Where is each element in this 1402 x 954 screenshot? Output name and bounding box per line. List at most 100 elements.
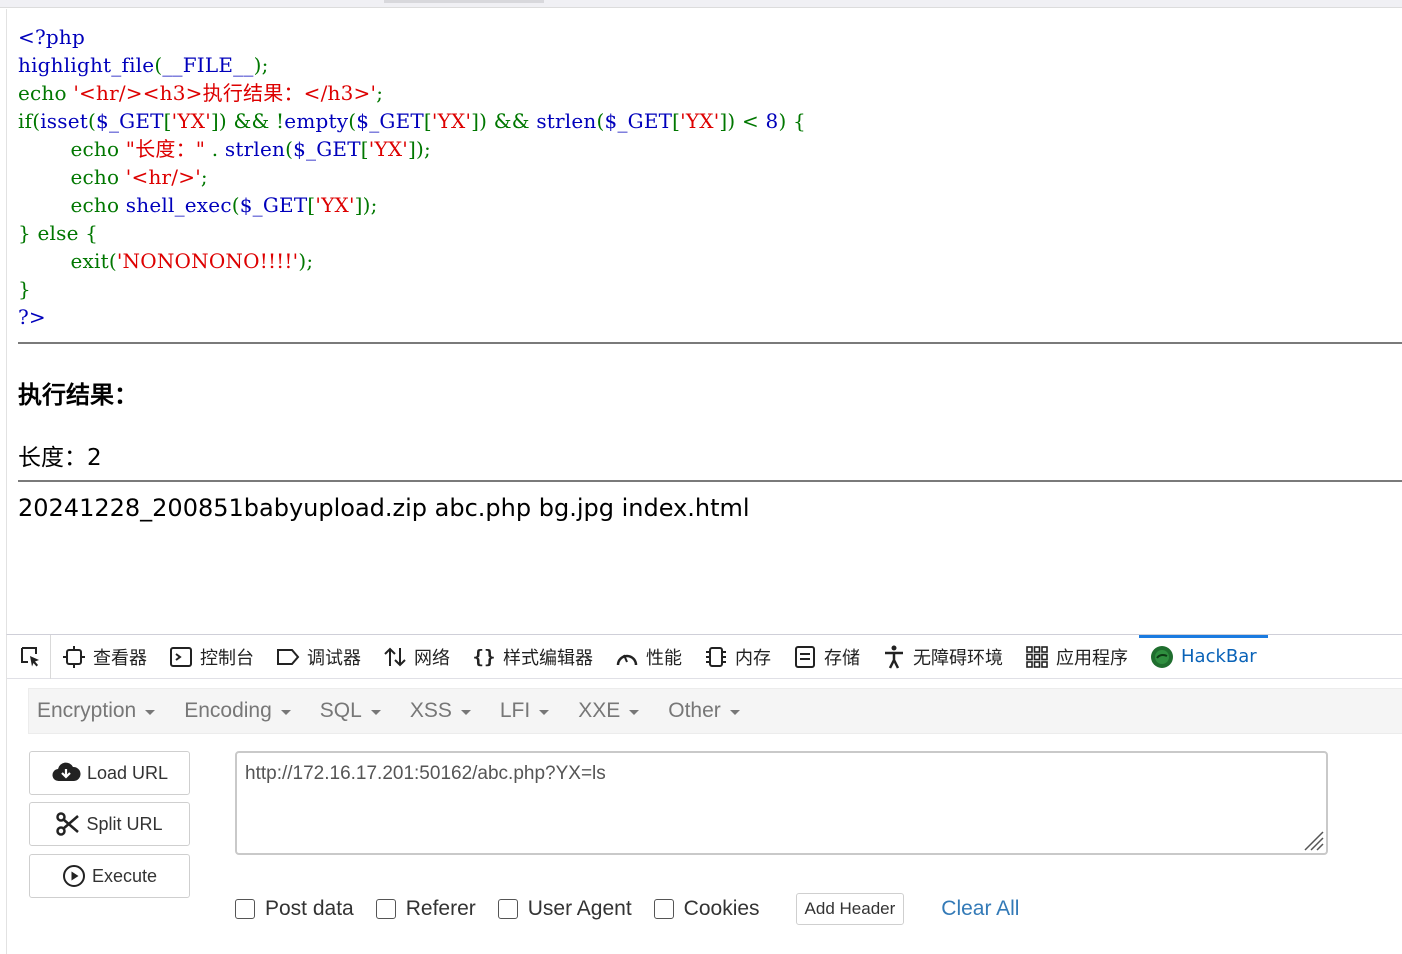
code-text: ; bbox=[200, 165, 208, 189]
page-viewport: <?php highlight_file (__FILE__); echo '<h… bbox=[6, 9, 1402, 634]
code-text: ?> bbox=[18, 305, 46, 329]
code-text: echo bbox=[18, 81, 74, 105]
load-url-button[interactable]: Load URL bbox=[29, 751, 190, 795]
network-icon bbox=[383, 645, 407, 669]
post-data-checkbox[interactable]: Post data bbox=[235, 897, 354, 921]
horizontal-rule bbox=[18, 480, 1402, 482]
memory-icon bbox=[704, 645, 728, 669]
url-textarea[interactable]: http://172.16.17.201:50162/abc.php?YX=ls bbox=[235, 751, 1328, 855]
tab-style-editor[interactable]: {} 样式编辑器 bbox=[461, 635, 604, 679]
caret-down-icon bbox=[629, 710, 640, 715]
code-text: [ bbox=[672, 109, 681, 133]
url-value: http://172.16.17.201:50162/abc.php?YX=ls bbox=[245, 763, 606, 784]
menu-xss[interactable]: XSS bbox=[410, 699, 471, 723]
execute-button[interactable]: Execute bbox=[29, 854, 190, 898]
menu-encoding[interactable]: Encoding bbox=[184, 699, 291, 723]
code-text: 'YX' bbox=[171, 109, 211, 133]
storage-icon bbox=[793, 645, 817, 669]
tab-inspector[interactable]: 查看器 bbox=[51, 635, 158, 679]
tab-performance[interactable]: 性能 bbox=[604, 635, 693, 679]
code-text: ( bbox=[231, 193, 240, 217]
code-text: echo bbox=[70, 137, 126, 161]
menu-other[interactable]: Other bbox=[668, 699, 740, 723]
caret-down-icon bbox=[145, 710, 156, 715]
checkbox-label: User Agent bbox=[527, 897, 632, 920]
code-text: '<hr/>' bbox=[125, 165, 201, 189]
checkbox-box[interactable] bbox=[235, 899, 255, 919]
hackbar-options: Post data Referer User Agent Cookies Add… bbox=[235, 893, 1019, 925]
code-text: 'YX' bbox=[368, 137, 408, 161]
code-text: ); bbox=[298, 249, 314, 273]
tab-label: 调试器 bbox=[307, 647, 361, 669]
checkbox-label: Post data bbox=[265, 897, 354, 920]
menu-lfi[interactable]: LFI bbox=[500, 699, 550, 723]
tab-application[interactable]: 应用程序 bbox=[1014, 635, 1139, 679]
code-text: $_GET bbox=[604, 109, 673, 133]
debugger-icon bbox=[276, 645, 300, 669]
tab-label: 无障碍环境 bbox=[913, 647, 1003, 669]
code-text: strlen bbox=[224, 137, 286, 161]
element-picker-button[interactable] bbox=[11, 634, 51, 679]
caret-down-icon bbox=[460, 710, 471, 715]
code-text: ]) < bbox=[719, 109, 766, 133]
code-text: 8 bbox=[765, 109, 779, 133]
tab-hackbar[interactable]: HackBar bbox=[1139, 634, 1268, 679]
tab-storage[interactable]: 存储 bbox=[782, 635, 871, 679]
code-text: $_GET bbox=[356, 109, 424, 133]
code-text: ]); bbox=[408, 137, 431, 161]
code-text: [ bbox=[360, 137, 369, 161]
tab-label: HackBar bbox=[1181, 646, 1257, 667]
checkbox-label: Referer bbox=[405, 897, 476, 920]
tab-console[interactable]: 控制台 bbox=[158, 635, 265, 679]
code-text: } bbox=[18, 277, 31, 301]
scissors-icon bbox=[56, 812, 80, 836]
tab-label: 网络 bbox=[414, 647, 450, 669]
menu-xxe[interactable]: XXE bbox=[578, 699, 640, 723]
code-text: if( bbox=[18, 109, 41, 133]
code-text: ]) && bbox=[471, 109, 537, 133]
code-text: ]) && ! bbox=[210, 109, 285, 133]
code-text: ; bbox=[376, 81, 384, 105]
tab-accessibility[interactable]: 无障碍环境 bbox=[871, 635, 1014, 679]
accessibility-icon bbox=[882, 645, 906, 669]
hackbar-menu: Encryption Encoding SQL XSS LFI XXE Othe… bbox=[28, 688, 1402, 734]
add-header-button[interactable]: Add Header bbox=[795, 893, 905, 925]
code-text: ); bbox=[253, 53, 269, 77]
tab-network[interactable]: 网络 bbox=[372, 635, 461, 679]
button-label: Execute bbox=[91, 865, 158, 886]
code-text: $_GET bbox=[96, 109, 164, 133]
code-text: strlen bbox=[536, 109, 597, 133]
button-label: Split URL bbox=[86, 813, 163, 834]
devtools-toolbar: 查看器 控制台 调试器 网络 {} 样式编辑器 性能 内存 存储 无障碍环境 应… bbox=[7, 634, 1402, 679]
caret-down-icon bbox=[539, 710, 550, 715]
menu-encryption[interactable]: Encryption bbox=[37, 699, 156, 723]
length-output: 长度：2 bbox=[18, 445, 102, 471]
tab-label: 内存 bbox=[735, 647, 771, 669]
browser-top-strip bbox=[0, 0, 1402, 8]
checkbox-box[interactable] bbox=[375, 899, 396, 919]
tab-label: 应用程序 bbox=[1056, 647, 1128, 669]
tab-debugger[interactable]: 调试器 bbox=[265, 635, 372, 679]
menu-sql[interactable]: SQL bbox=[320, 699, 381, 723]
tab-label: 样式编辑器 bbox=[503, 647, 593, 669]
code-text: "长度：" bbox=[125, 137, 206, 161]
menu-label: Encryption bbox=[37, 699, 137, 722]
code-text: 'YX' bbox=[680, 109, 720, 133]
code-text: echo bbox=[70, 165, 126, 189]
clear-all-link[interactable]: Clear All bbox=[941, 897, 1019, 921]
checkbox-box[interactable] bbox=[497, 899, 518, 919]
resize-handle-icon[interactable] bbox=[1302, 829, 1324, 851]
code-text: . bbox=[205, 137, 225, 161]
element-picker-icon bbox=[20, 646, 39, 666]
tab-label: 查看器 bbox=[93, 647, 147, 669]
split-url-button[interactable]: Split URL bbox=[29, 802, 190, 846]
checkbox-box[interactable] bbox=[653, 899, 674, 919]
code-text: highlight_file bbox=[18, 53, 155, 77]
referer-checkbox[interactable]: Referer bbox=[375, 897, 476, 921]
php-source-code: <?php highlight_file (__FILE__); echo '<h… bbox=[18, 23, 806, 331]
user-agent-checkbox[interactable]: User Agent bbox=[497, 897, 632, 921]
play-circle-icon bbox=[62, 864, 86, 888]
tab-memory[interactable]: 内存 bbox=[693, 635, 782, 679]
cookies-checkbox[interactable]: Cookies bbox=[653, 897, 760, 921]
menu-label: SQL bbox=[319, 699, 362, 722]
